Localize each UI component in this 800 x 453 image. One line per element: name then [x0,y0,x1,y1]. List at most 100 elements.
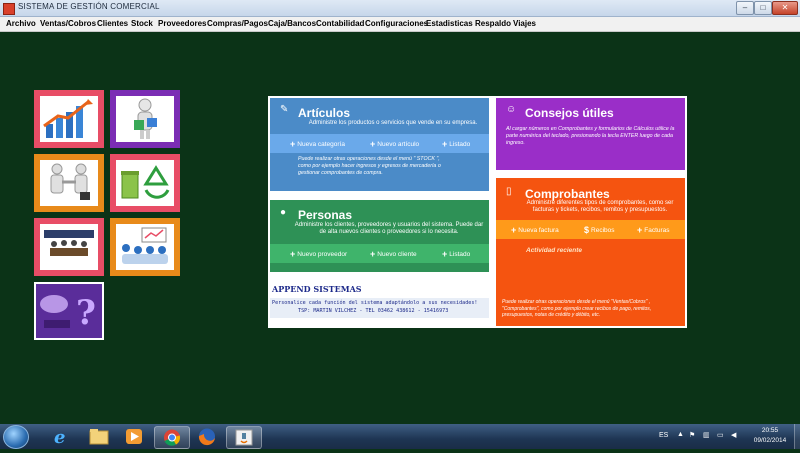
handshake-icon [40,160,98,206]
media-player-icon[interactable] [118,426,152,447]
nuevo-proveedor-button[interactable]: + Nuevo proveedor [290,249,347,259]
menu-proveedores[interactable]: Proveedores [158,19,206,28]
facturas-button[interactable]: + Facturas [637,225,670,235]
plus-icon: + [511,225,517,235]
recibos-label: Recibos [591,227,615,234]
document-icon: ▯ [506,186,512,197]
language-indicator[interactable]: ES [659,432,668,439]
start-orb-icon[interactable] [3,425,29,449]
lightbulb-icon: ☺ [506,104,517,115]
nueva-factura-label: Nueva factura [518,227,559,234]
firefox-icon[interactable] [190,426,224,447]
nuevo-articulo-label: Nuevo artículo [377,141,420,148]
tile-help[interactable]: ? [34,282,104,340]
tag-icon: ✎ [280,104,289,115]
nuevo-cliente-button[interactable]: + Nuevo cliente [370,249,417,259]
plus-icon: + [442,249,448,259]
team-icon [116,224,174,270]
clock-time[interactable]: 20:55 [752,427,788,434]
menu-stock[interactable]: Stock [131,19,153,28]
plus-icon: + [290,139,296,149]
tile-recycle[interactable] [110,154,180,212]
volume-icon[interactable]: ◀ [731,431,736,439]
menu-compras-pagos[interactable]: Compras/Pagos [207,19,268,28]
network-icon[interactable]: ▥ [703,431,710,439]
nueva-factura-button[interactable]: + Nueva factura [511,225,559,235]
articulos-panel: ✎ Artículos Administre los productos o s… [270,98,489,191]
actividad-reciente: Actividad reciente [526,247,582,254]
maximize-button[interactable]: □ [754,1,772,15]
personas-panel: ● Personas Administre los clientes, prov… [270,200,489,272]
consejos-text: Al cargar números en Comprobantes y form… [506,126,675,146]
facturas-label: Facturas [644,227,670,234]
taskbar: e ES ▲ ⚑ ▥ ▭ ◀ 20:55 09/02/2014 [0,424,800,449]
battery-icon[interactable]: ▭ [717,431,724,439]
nueva-categoria-label: Nueva categoría [297,141,345,148]
menu-ventas-cobros[interactable]: Ventas/Cobros [40,19,96,28]
menu-configuraciones[interactable]: Configuraciones [365,19,428,28]
plus-icon: + [370,249,376,259]
listado-personas-button[interactable]: + Listado [442,249,470,259]
append-line1: Personalice cada función del sistema ada… [272,300,478,306]
menu-respaldo[interactable]: Respaldo [475,19,511,28]
chrome-icon[interactable] [154,426,190,449]
svg-text:e: e [54,427,65,447]
personas-desc: Administre los clientes, proveedores y u… [294,222,484,235]
clock-date[interactable]: 09/02/2014 [748,437,792,444]
personas-actions: + Nuevo proveedor + Nuevo cliente + Listado [270,244,489,263]
internet-explorer-icon[interactable]: e [44,426,78,448]
show-hidden-icons[interactable]: ▲ [677,431,684,438]
flag-icon[interactable]: ⚑ [689,431,695,439]
java-app-icon[interactable] [226,426,262,449]
personas-title: Personas [298,208,353,222]
recibos-button[interactable]: $ Recibos [584,225,615,235]
tile-delivery[interactable] [110,90,180,148]
close-button[interactable]: ✕ [772,1,798,15]
menu-estadisticas[interactable]: Estadisticas [426,19,473,28]
dollar-icon: $ [584,225,590,235]
tile-meeting[interactable] [34,218,104,276]
comprobantes-title: Comprobantes [525,187,610,201]
comprobantes-note: Puede realizar otras operaciones desde e… [502,299,652,318]
append-panel: APPEND SISTEMAS Personalice cada función… [270,280,489,326]
nuevo-articulo-button[interactable]: + Nuevo artículo [370,139,419,149]
window-titlebar[interactable]: SISTEMA DE GESTIÓN COMERCIAL – □ ✕ [0,0,800,17]
menu-archivo[interactable]: Archivo [6,19,36,28]
menu-viajes[interactable]: Viajes [513,19,536,28]
menu-clientes[interactable]: Clientes [97,19,128,28]
minimize-button[interactable]: – [736,1,754,15]
person-icon: ● [280,207,287,218]
nuevo-cliente-label: Nuevo cliente [377,251,417,258]
comprobantes-panel: ▯ Comprobantes Administre diferentes tip… [496,178,685,326]
menu-caja-bancos[interactable]: Caja/Bancos [268,19,316,28]
append-title: APPEND SISTEMAS [272,284,362,294]
recycle-icon [116,160,174,206]
nueva-categoria-button[interactable]: + Nueva categoría [290,139,345,149]
plus-icon: + [442,139,448,149]
plus-icon: + [637,225,643,235]
tile-team[interactable] [110,218,180,276]
question-icon: ? [36,284,102,338]
articulos-title: Artículos [298,106,351,120]
append-info: Personalice cada función del sistema ada… [270,298,489,318]
articulos-actions: + Nueva categoría + Nuevo artículo + Listad… [270,134,489,153]
show-desktop-button[interactable] [794,424,800,449]
menu-bar: Archivo Ventas/Cobros Clientes Stock Pro… [0,17,800,32]
bar-chart-icon [40,96,98,142]
consejos-title: Consejos útiles [525,106,614,120]
articulos-desc: Administre los productos o servicios que… [308,120,478,126]
listado-articulos-button[interactable]: + Listado [442,139,470,149]
svg-text:?: ? [76,293,96,333]
listado-label: Listado [449,251,471,258]
menu-contabilidad[interactable]: Contabilidad [316,19,364,28]
file-explorer-icon[interactable] [82,426,116,447]
tile-agreements[interactable] [34,154,104,212]
consejos-panel: ☺ Consejos útiles Al cargar números en C… [496,98,685,170]
comprobantes-actions: + Nueva factura $ Recibos + Facturas [496,220,685,239]
articulos-note: Puede realizar otras operaciones desde e… [298,156,441,176]
plus-icon: + [290,249,296,259]
tile-statistics[interactable] [34,90,104,148]
listado-label: Listado [449,141,471,148]
plus-icon: + [370,139,376,149]
meeting-icon [40,224,98,270]
